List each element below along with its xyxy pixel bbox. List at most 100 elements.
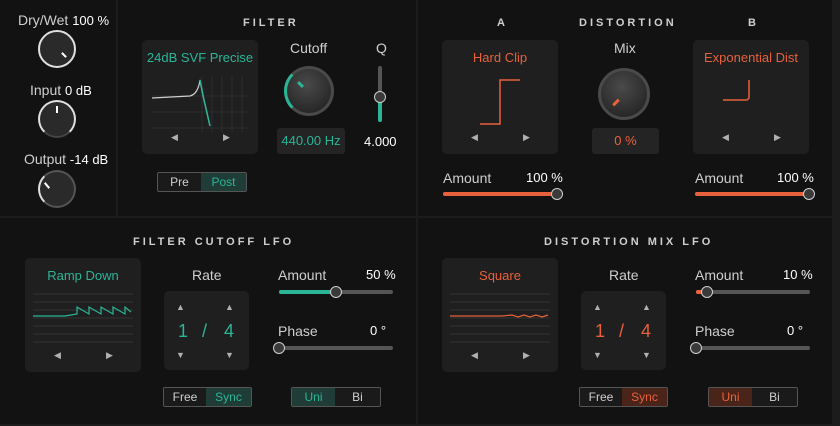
filter-lfo-amount-label: Amount xyxy=(278,267,327,283)
filter-lfo-sync-button[interactable]: Sync xyxy=(206,388,251,406)
slider-fill xyxy=(279,290,336,294)
q-label: Q xyxy=(376,40,387,56)
filter-lfo-phase-value: 0 ° xyxy=(370,323,387,338)
slider-thumb[interactable] xyxy=(701,286,713,298)
dist-lfo-rate-den: 4 xyxy=(641,321,652,341)
filter-type-prev-icon[interactable]: ◀ xyxy=(171,132,178,143)
dist-lfo-free-button[interactable]: Free xyxy=(580,388,623,406)
filter-title: FILTER xyxy=(243,17,299,29)
filter-lfo-rate-num-up-icon[interactable]: ▲ xyxy=(176,302,185,312)
dist-lfo-phase-slider[interactable] xyxy=(690,342,810,354)
slider-thumb[interactable] xyxy=(330,286,342,298)
dist-a-amount-label: Amount xyxy=(443,170,492,186)
filter-lfo-phase-label: Phase xyxy=(278,323,318,339)
dist-lfo-rate-sep: / xyxy=(619,321,625,341)
dist-a-curve xyxy=(480,79,520,125)
slider-thumb[interactable] xyxy=(690,342,702,354)
dist-lfo-rate-num-down-icon[interactable]: ▼ xyxy=(593,350,602,360)
filter-lfo-rate-label: Rate xyxy=(192,267,222,283)
filter-type-next-icon[interactable]: ▶ xyxy=(223,132,230,143)
dist-a-label: A xyxy=(497,17,508,29)
filter-position-toggle: Pre Post xyxy=(157,172,247,192)
dist-b-amount-label: Amount xyxy=(695,170,744,186)
pre-button[interactable]: Pre xyxy=(158,173,202,191)
filter-lfo-free-button[interactable]: Free xyxy=(164,388,207,406)
distortion-title: DISTORTION xyxy=(579,17,677,29)
filter-type-display[interactable]: 24dB SVF Precise ◀ ▶ xyxy=(142,40,258,154)
filter-lfo-uni-button[interactable]: Uni xyxy=(292,388,336,406)
slider-track xyxy=(279,346,393,350)
filter-lfo-shape-prev-icon[interactable]: ◀ xyxy=(54,350,61,361)
filter-lfo-bi-button[interactable]: Bi xyxy=(335,388,380,406)
dist-lfo-sync-toggle: Free Sync xyxy=(579,387,668,407)
filter-lfo-polarity-toggle: Uni Bi xyxy=(291,387,381,407)
mix-label: Mix xyxy=(614,40,636,56)
q-value[interactable]: 4.000 xyxy=(364,134,397,149)
slider-thumb[interactable] xyxy=(803,188,815,200)
dist-lfo-amount-value: 10 % xyxy=(783,267,813,282)
filter-lfo-rate-sep: / xyxy=(202,321,208,341)
dist-lfo-bi-button[interactable]: Bi xyxy=(752,388,797,406)
dist-lfo-phase-value: 0 ° xyxy=(787,323,804,338)
dist-a-display[interactable]: Hard Clip ◀ ▶ xyxy=(442,40,558,154)
dist-b-next-icon[interactable]: ▶ xyxy=(774,132,781,143)
slider-thumb[interactable] xyxy=(551,188,563,200)
filter-lfo-rate-selector[interactable]: ▲ ▲ 1 / 4 ▼ ▼ xyxy=(164,291,249,370)
dist-lfo-amount-label: Amount xyxy=(695,267,744,283)
mix-value[interactable]: 0 % xyxy=(592,128,659,154)
mix-knob[interactable] xyxy=(598,68,650,120)
dist-lfo-sync-button[interactable]: Sync xyxy=(622,388,667,406)
dist-b-prev-icon[interactable]: ◀ xyxy=(722,132,729,143)
dist-b-curve xyxy=(723,80,750,101)
slider-track xyxy=(696,290,810,294)
filter-lfo-amount-value: 50 % xyxy=(366,267,396,282)
dist-lfo-shape-prev-icon[interactable]: ◀ xyxy=(471,350,478,361)
cutoff-knob[interactable] xyxy=(284,66,334,116)
filter-lfo-amount-slider[interactable] xyxy=(279,286,393,298)
input-label: Input 0 dB xyxy=(30,82,92,98)
filter-lfo-phase-slider[interactable] xyxy=(273,342,393,354)
dist-lfo-polarity-toggle: Uni Bi xyxy=(708,387,798,407)
cutoff-value[interactable]: 440.00 Hz xyxy=(277,128,345,154)
slider-fill xyxy=(443,192,557,196)
drywet-knob[interactable] xyxy=(38,30,76,68)
dist-b-amount-slider[interactable] xyxy=(695,188,815,200)
filter-lfo-shape-next-icon[interactable]: ▶ xyxy=(106,350,113,361)
dist-b-label: B xyxy=(748,17,759,29)
dist-lfo-uni-button[interactable]: Uni xyxy=(709,388,753,406)
dist-lfo-rate-den-down-icon[interactable]: ▼ xyxy=(642,350,651,360)
filter-lfo-rate-num: 1 xyxy=(178,321,189,341)
filter-lfo-wave xyxy=(33,293,133,343)
dist-lfo-rate-label: Rate xyxy=(609,267,639,283)
dist-lfo-shape-display[interactable]: Square ◀ ▶ xyxy=(442,258,558,372)
filter-lfo-title: FILTER CUTOFF LFO xyxy=(133,236,295,248)
dist-lfo-amount-slider[interactable] xyxy=(696,286,810,298)
dist-lfo-phase-label: Phase xyxy=(695,323,735,339)
post-button[interactable]: Post xyxy=(201,173,246,191)
filter-lfo-sync-toggle: Free Sync xyxy=(163,387,252,407)
input-knob[interactable] xyxy=(38,100,76,138)
filter-lfo-shape-display[interactable]: Ramp Down ◀ ▶ xyxy=(25,258,141,372)
dist-a-amount-slider[interactable] xyxy=(443,188,563,200)
dist-a-prev-icon[interactable]: ◀ xyxy=(471,132,478,143)
output-knob[interactable] xyxy=(38,170,76,208)
filter-lfo-rate-den-up-icon[interactable]: ▲ xyxy=(225,302,234,312)
dist-lfo-shape-next-icon[interactable]: ▶ xyxy=(523,350,530,361)
dist-a-amount-value: 100 % xyxy=(526,170,563,185)
dist-b-display[interactable]: Exponential Dist ◀ ▶ xyxy=(693,40,809,154)
slider-fill xyxy=(695,192,809,196)
slider-thumb[interactable] xyxy=(273,342,285,354)
dist-lfo-rate-num-up-icon[interactable]: ▲ xyxy=(593,302,602,312)
dist-lfo-wave xyxy=(450,293,550,343)
dist-lfo-rate-selector[interactable]: ▲ ▲ 1 / 4 ▼ ▼ xyxy=(581,291,666,370)
dist-a-next-icon[interactable]: ▶ xyxy=(523,132,530,143)
dist-lfo-rate-num: 1 xyxy=(595,321,606,341)
filter-response-graph xyxy=(151,76,248,132)
slider-track xyxy=(696,346,810,350)
filter-lfo-rate-num-down-icon[interactable]: ▼ xyxy=(176,350,185,360)
filter-lfo-rate-den-down-icon[interactable]: ▼ xyxy=(225,350,234,360)
output-label: Output -14 dB xyxy=(24,151,109,167)
dist-b-amount-value: 100 % xyxy=(777,170,814,185)
dist-lfo-rate-den-up-icon[interactable]: ▲ xyxy=(642,302,651,312)
filter-lfo-rate-den: 4 xyxy=(224,321,235,341)
